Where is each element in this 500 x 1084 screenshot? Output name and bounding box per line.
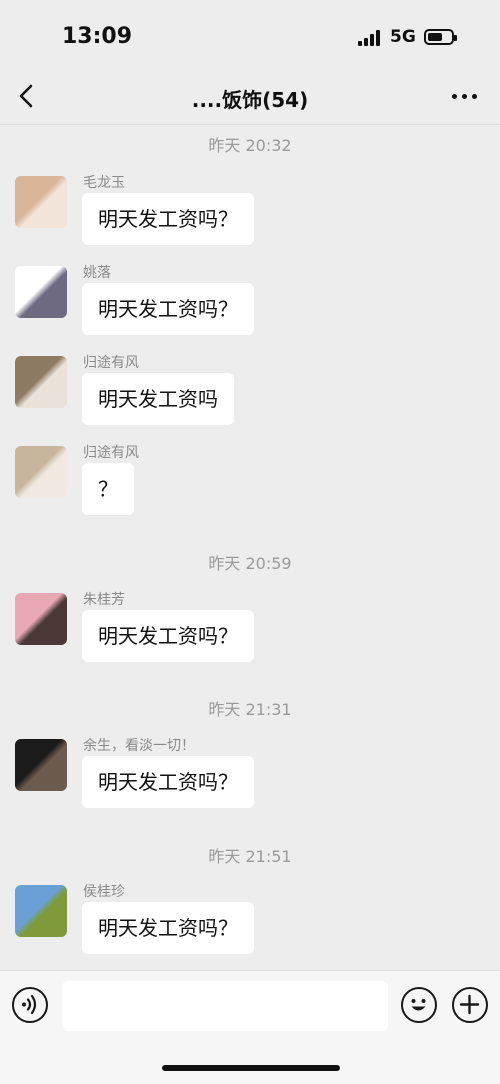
status-bar: 13:09 5G	[0, 0, 500, 70]
avatar[interactable]	[15, 176, 67, 228]
sender-name: 归途有风	[83, 445, 139, 461]
message-timestamp: 昨天 20:59	[208, 554, 292, 573]
message-bubble[interactable]: 明天发工资吗？	[82, 756, 254, 808]
plus-icon[interactable]	[452, 987, 488, 1023]
sender-name: 朱桂芳	[83, 592, 125, 608]
emoji-icon[interactable]	[401, 987, 437, 1023]
message-bubble[interactable]: 明天发工资吗？	[82, 193, 254, 245]
message-bubble[interactable]: 明天发工资吗？	[82, 283, 254, 335]
message-bubble[interactable]: 明天发工资吗？	[82, 902, 254, 954]
avatar[interactable]	[15, 739, 67, 791]
battery-icon	[424, 29, 457, 45]
sender-name: 侯桂珍	[83, 884, 125, 900]
status-time: 13:09	[62, 24, 133, 49]
message-bubble[interactable]: 明天发工资吗	[82, 373, 234, 425]
sender-name: 毛龙玉	[83, 175, 125, 191]
avatar[interactable]	[15, 885, 67, 937]
message-timestamp: 昨天 21:51	[208, 847, 292, 866]
voice-icon[interactable]	[12, 987, 48, 1023]
avatar[interactable]	[15, 446, 67, 498]
chat-title: ....饭饰(54)	[191, 88, 309, 112]
sender-name: 姚落	[83, 265, 111, 281]
input-bar	[0, 970, 500, 1084]
more-icon[interactable]	[452, 94, 478, 100]
avatar[interactable]	[15, 266, 67, 318]
sender-name: 归途有风	[83, 355, 139, 371]
nav-bar: ....饭饰(54)	[0, 70, 500, 125]
home-indicator	[162, 1065, 340, 1071]
message-bubble[interactable]: 明天发工资吗？	[82, 610, 254, 662]
message-timestamp: 昨天 21:31	[208, 700, 292, 719]
network-type: 5G	[390, 27, 416, 47]
message-input[interactable]	[62, 981, 388, 1031]
message-bubble[interactable]: ？	[82, 463, 134, 515]
avatar[interactable]	[15, 593, 67, 645]
signal-icon	[358, 30, 382, 46]
sender-name: 余生，看淡一切！	[83, 738, 195, 754]
avatar[interactable]	[15, 356, 67, 408]
message-timestamp: 昨天 20:32	[208, 136, 292, 155]
